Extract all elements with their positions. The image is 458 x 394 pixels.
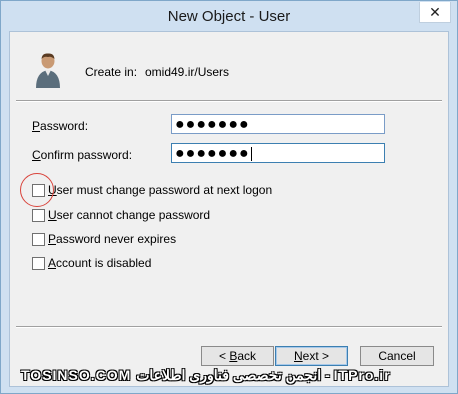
user-icon (36, 53, 60, 88)
confirm-password-field[interactable]: ●●●●●●● (171, 143, 385, 163)
checkbox-label: User must change password at next logon (48, 183, 273, 197)
checkbox-label: Password never expires (48, 232, 177, 246)
watermark: TOSINSO.COM انجمن تخصصی فناوری اطلاعات -… (21, 367, 391, 383)
checkbox[interactable] (32, 233, 45, 246)
checkbox-label: User cannot change password (48, 208, 211, 222)
close-icon: ✕ (429, 4, 441, 20)
title-bar[interactable]: New Object - User ✕ (1, 1, 457, 31)
checkbox[interactable] (32, 209, 45, 222)
footer-divider (16, 326, 442, 328)
highlight-circle-annotation (20, 173, 54, 207)
next-button[interactable]: Next > (275, 346, 348, 366)
dialog-window: New Object - User ✕ Create in: omid49.ir… (0, 0, 458, 394)
create-in-path: omid49.ir/Users (145, 65, 230, 79)
back-button[interactable]: < Back (201, 346, 274, 366)
checkbox-label: Account is disabled (48, 256, 152, 270)
text-caret (250, 146, 252, 161)
close-button[interactable]: ✕ (419, 2, 451, 23)
dialog-body: Create in: omid49.ir/Users Password: ●●●… (9, 31, 449, 387)
header-divider (16, 100, 442, 102)
password-label: Password: (32, 119, 89, 133)
checkbox[interactable] (32, 257, 45, 270)
cancel-button[interactable]: Cancel (360, 346, 434, 366)
create-in-label: Create in: (85, 65, 138, 79)
window-title: New Object - User (167, 8, 291, 25)
confirm-password-label: Confirm password: (32, 148, 133, 162)
password-field[interactable]: ●●●●●●● (171, 114, 385, 134)
